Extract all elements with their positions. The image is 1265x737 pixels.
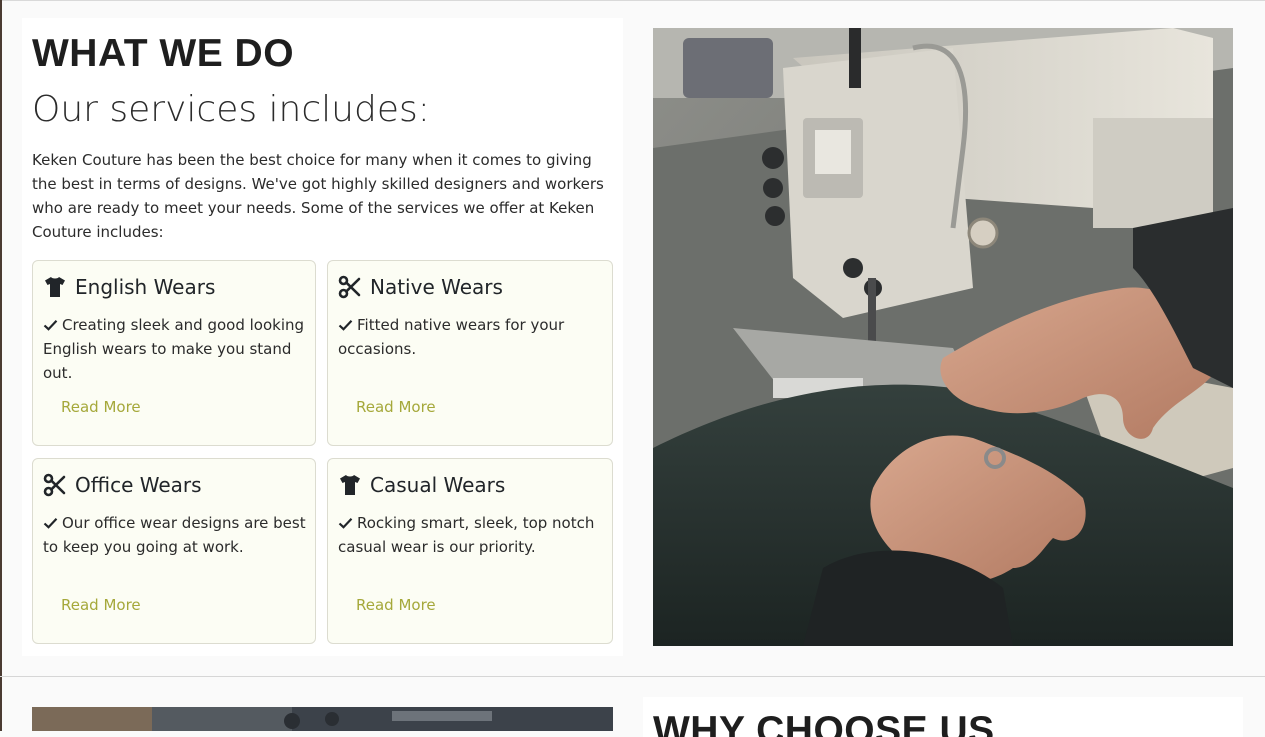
services-section: WHAT WE DO Our services includes: Keken … <box>22 18 623 656</box>
card-description-text: Our office wear designs are best to keep… <box>43 514 306 556</box>
tshirt-icon <box>45 277 65 297</box>
card-title: Office Wears <box>43 471 202 499</box>
read-more-link[interactable]: Read More <box>356 595 436 615</box>
section-subtitle: Our services includes: <box>32 89 430 130</box>
section-eyebrow: WHAT WE DO <box>32 32 295 75</box>
check-icon <box>338 320 353 331</box>
card-description: Our office wear designs are best to keep… <box>43 511 309 559</box>
card-title-text: Office Wears <box>75 473 202 497</box>
services-intro: Keken Couture has been the best choice f… <box>32 151 604 241</box>
sewing-machine-illustration <box>653 28 1233 646</box>
tshirt-icon <box>340 475 360 495</box>
service-card-english-wears: English Wears Creating sleek and good lo… <box>32 260 316 446</box>
card-title: English Wears <box>43 273 215 301</box>
why-choose-us-section: WHY CHOOSE US <box>643 697 1243 737</box>
workshop-photo-illustration <box>32 707 613 731</box>
card-title: Native Wears <box>338 273 503 301</box>
left-edge <box>0 0 2 731</box>
card-title-text: Native Wears <box>370 275 503 299</box>
check-icon <box>338 518 353 529</box>
service-card-office-wears: Office Wears Our office wear designs are… <box>32 458 316 644</box>
check-icon <box>43 518 58 529</box>
card-title-text: Casual Wears <box>370 473 506 497</box>
service-card-casual-wears: Casual Wears Rocking smart, sleek, top n… <box>327 458 613 644</box>
scissors-icon <box>43 473 66 497</box>
top-border <box>0 0 1265 1</box>
read-more-link[interactable]: Read More <box>61 595 141 615</box>
scissors-icon <box>338 275 361 299</box>
check-icon <box>43 320 58 331</box>
card-description-text: Fitted native wears for your occasions. <box>338 316 565 358</box>
card-title-text: English Wears <box>75 275 216 299</box>
workshop-photo <box>32 707 613 731</box>
card-title: Casual Wears <box>338 471 505 499</box>
card-description: Rocking smart, sleek, top notch casual w… <box>338 511 604 559</box>
card-description-text: Creating sleek and good looking English … <box>43 316 305 382</box>
read-more-link[interactable]: Read More <box>61 397 141 417</box>
why-choose-us-title: WHY CHOOSE US <box>653 709 995 737</box>
card-description: Creating sleek and good looking English … <box>43 313 309 385</box>
sewing-machine-photo <box>653 28 1233 646</box>
section-divider <box>0 676 1265 677</box>
card-description: Fitted native wears for your occasions. <box>338 313 604 361</box>
read-more-link[interactable]: Read More <box>356 397 436 417</box>
card-description-text: Rocking smart, sleek, top notch casual w… <box>338 514 595 556</box>
service-card-native-wears: Native Wears Fitted native wears for you… <box>327 260 613 446</box>
